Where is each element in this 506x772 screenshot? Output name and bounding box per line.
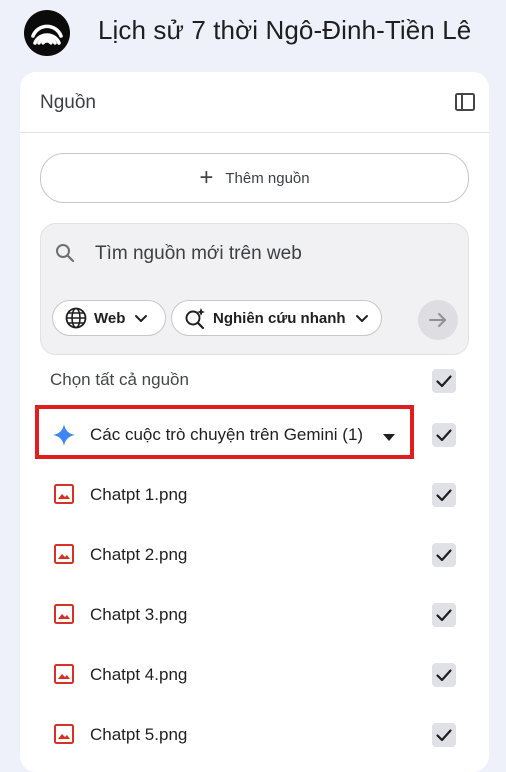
gemini-source-checkbox[interactable] (432, 423, 456, 447)
collapse-panel-icon[interactable] (454, 91, 476, 113)
top-bar: Lịch sử 7 thời Ngô-Đinh-Tiền Lê (0, 0, 506, 66)
image-icon (53, 543, 75, 565)
chevron-down-icon (133, 310, 149, 326)
source-item-checkbox[interactable] (432, 603, 456, 627)
globe-icon (64, 306, 88, 330)
check-icon (436, 429, 452, 442)
plus-icon: + (199, 164, 214, 191)
sources-panel-title: Nguồn (40, 92, 96, 113)
source-item-label[interactable]: Chatpt 3.png (90, 605, 187, 625)
research-chip-label: Nghiên cứu nhanh (213, 309, 346, 327)
source-item-label[interactable]: Chatpt 4.png (90, 665, 187, 685)
source-item-checkbox[interactable] (432, 663, 456, 687)
check-icon (436, 489, 452, 502)
search-icon (54, 242, 76, 264)
source-item-label[interactable]: Chatpt 2.png (90, 545, 187, 565)
check-icon (436, 375, 452, 388)
source-item-checkbox[interactable] (432, 483, 456, 507)
image-icon (53, 483, 75, 505)
image-icon (53, 603, 75, 625)
image-icon (53, 663, 75, 685)
web-search-input[interactable] (95, 238, 435, 270)
add-source-label: Thêm nguồn (225, 169, 310, 187)
sources-panel-header: Nguồn (20, 72, 489, 133)
sparkle-search-icon (183, 306, 207, 330)
source-item-label[interactable]: Chatpt 5.png (90, 725, 187, 745)
chevron-down-icon (354, 310, 370, 326)
select-all-checkbox[interactable] (432, 369, 456, 393)
app-logo-icon[interactable] (24, 10, 70, 56)
source-item-label[interactable]: Chatpt 1.png (90, 485, 187, 505)
check-icon (436, 669, 452, 682)
source-item-checkbox[interactable] (432, 543, 456, 567)
check-icon (436, 549, 452, 562)
notebook-title[interactable]: Lịch sử 7 thời Ngô-Đinh-Tiền Lê (98, 15, 471, 46)
highlight-annotation (35, 405, 414, 459)
select-all-label: Chọn tất cả nguồn (50, 370, 189, 389)
web-chip-label: Web (94, 309, 126, 327)
check-icon (436, 729, 452, 742)
web-search-box: Web Nghiên cứu nhanh (40, 223, 469, 355)
sources-panel: Nguồn + Thêm nguồn Tìm nguồn mới trên we… (20, 72, 489, 772)
submit-search-button[interactable] (418, 300, 458, 340)
check-icon (436, 609, 452, 622)
image-icon (53, 723, 75, 745)
web-source-dropdown[interactable]: Web (52, 300, 166, 336)
add-source-button[interactable]: + Thêm nguồn (40, 153, 469, 203)
arrow-right-icon (429, 313, 446, 327)
source-item-checkbox[interactable] (432, 723, 456, 747)
research-mode-dropdown[interactable]: Nghiên cứu nhanh (171, 300, 382, 336)
